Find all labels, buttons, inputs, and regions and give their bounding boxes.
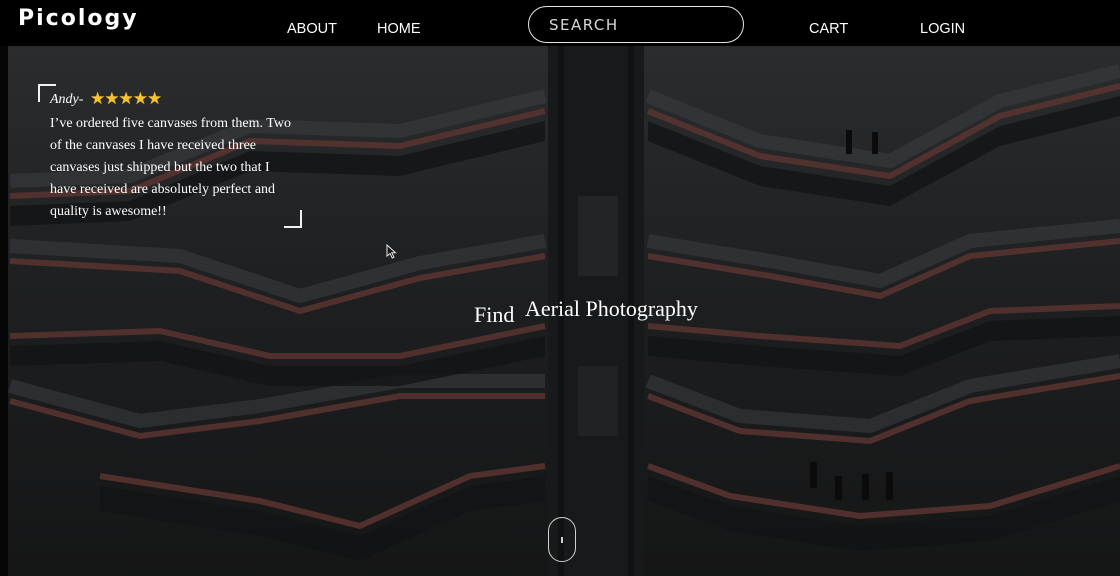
site-logo[interactable]: Picology xyxy=(18,6,139,31)
hero-find-label: Find xyxy=(474,302,515,327)
mouse-pointer-icon xyxy=(386,243,398,265)
nav-link-login[interactable]: LOGIN xyxy=(920,21,965,37)
review-text: I’ve ordered five canvases from them. Tw… xyxy=(50,116,291,219)
review-author: Andy- xyxy=(50,92,84,107)
review-star-rating-icon: ★★★★★ xyxy=(90,89,162,108)
scroll-wheel-dot xyxy=(561,537,563,543)
left-edge-strip xyxy=(0,46,8,576)
hero-rotating-word: Aerial Photography xyxy=(525,296,698,321)
customer-review: Andy- ★★★★★ I’ve ordered five canvases f… xyxy=(38,84,302,228)
search-box xyxy=(528,6,744,43)
nav-link-cart[interactable]: CART xyxy=(809,21,848,37)
scroll-mouse-icon[interactable] xyxy=(548,517,576,562)
top-navbar: Picology ABOUT HOME CART LOGIN xyxy=(0,0,1120,46)
nav-link-home[interactable]: HOME xyxy=(377,21,421,37)
nav-link-about[interactable]: ABOUT xyxy=(287,21,337,37)
search-input[interactable] xyxy=(547,13,731,37)
